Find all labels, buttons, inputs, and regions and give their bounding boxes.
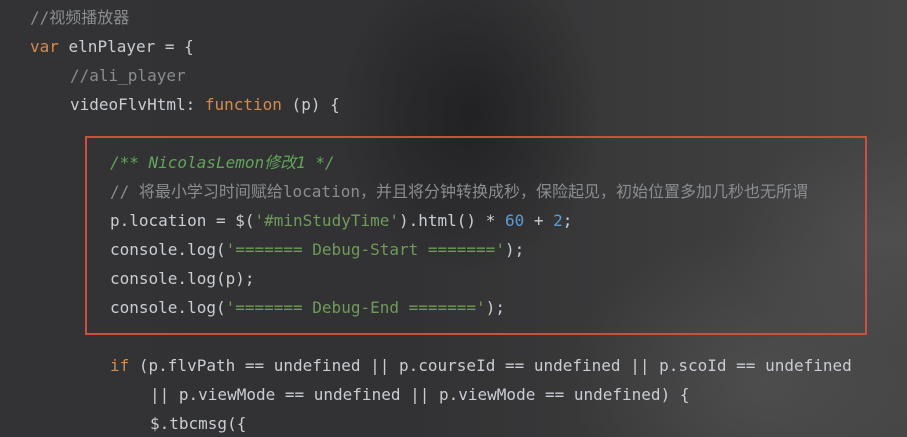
code-token: videoFlvHtml: <box>70 95 205 114</box>
code-token: 2 <box>553 211 563 230</box>
code-token: undefined <box>533 356 621 375</box>
code-token: // 将最小学习时间赋给location，并且将分钟转换成秒，保险起见，初始位置… <box>110 182 808 201</box>
code-token: || p.viewMode == <box>150 385 314 404</box>
code-token: /** NicolasLemon修改1 */ <box>110 153 335 172</box>
code-token: p.location = $( <box>110 211 255 230</box>
code-token: (p.flvPath == <box>129 356 274 375</box>
code-token: if <box>110 356 130 375</box>
code-line[interactable]: videoFlvHtml: function (p) { <box>70 90 340 119</box>
code-token: undefined <box>573 385 661 404</box>
code-editor[interactable]: //视频播放器 var elnPlayer = { //ali_playervide… <box>0 0 907 437</box>
code-line[interactable]: /** NicolasLemon修改1 */ <box>110 148 335 177</box>
code-token: //视频播放器 <box>30 8 130 27</box>
code-line[interactable]: p.location = $('#minStudyTime').html() *… <box>110 206 572 235</box>
code-line[interactable]: if (p.flvPath == undefined || p.courseId… <box>110 351 852 380</box>
code-token: var <box>30 37 59 56</box>
code-line[interactable]: var elnPlayer = { <box>30 32 194 61</box>
code-token: elnPlayer = { <box>58 37 194 56</box>
code-token: ); <box>485 298 505 317</box>
code-token: console.log( <box>110 240 226 259</box>
code-token: $.tbcmsg({ <box>150 414 247 433</box>
code-token: + <box>524 211 554 230</box>
code-line[interactable]: $.tbcmsg({ <box>150 409 246 437</box>
code-line[interactable]: console.log(p); <box>110 264 255 293</box>
code-token: undefined <box>313 385 401 404</box>
code-token: console.log( <box>110 298 226 317</box>
code-token: //ali_player <box>70 66 186 85</box>
code-token: || p.viewMode == <box>400 385 574 404</box>
code-token: function <box>204 95 282 114</box>
code-line[interactable]: || p.viewMode == undefined || p.viewMode… <box>150 380 689 409</box>
code-token: (p) { <box>281 95 340 114</box>
code-line[interactable]: console.log('======= Debug-End =======')… <box>110 293 505 322</box>
code-token: undefined <box>765 356 852 375</box>
code-line[interactable]: //ali_player <box>70 61 186 90</box>
code-token: ); <box>504 240 525 259</box>
code-token: console.log(p); <box>110 269 255 288</box>
code-token: || p.scoId == <box>620 356 766 375</box>
code-token: ; <box>562 211 573 230</box>
code-token: '#minStudyTime' <box>254 211 400 230</box>
code-line[interactable]: //视频播放器 <box>30 3 129 32</box>
code-token: 60 <box>504 211 525 230</box>
code-token: '======= Debug-Start =======' <box>225 240 505 259</box>
code-token: ).html() * <box>399 211 505 230</box>
code-token: undefined <box>273 356 361 375</box>
code-line[interactable]: console.log('======= Debug-Start =======… <box>110 235 524 264</box>
code-line[interactable]: // 将最小学习时间赋给location，并且将分钟转换成秒，保险起见，初始位置… <box>110 177 808 206</box>
code-token: || p.courseId == <box>360 356 534 375</box>
code-token: '======= Debug-End =======' <box>225 298 486 317</box>
code-token: ) { <box>660 385 690 404</box>
